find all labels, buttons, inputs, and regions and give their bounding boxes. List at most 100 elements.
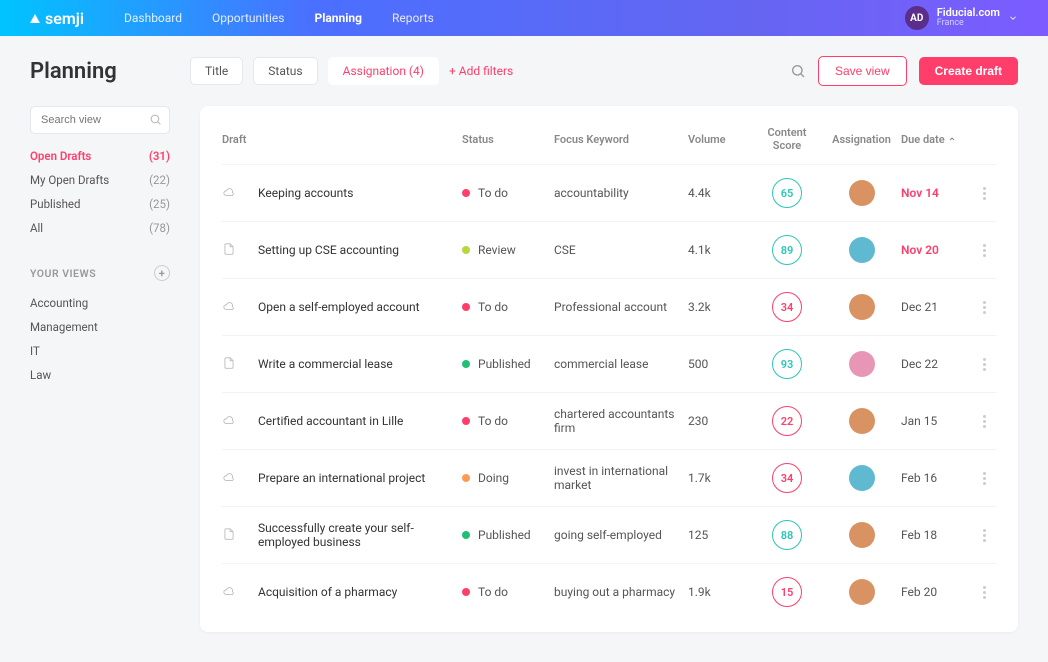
table-row[interactable]: Open a self-employed account To do Profe… [222, 278, 996, 335]
score-cell: 93 [752, 349, 822, 379]
save-view-button[interactable]: Save view [818, 56, 907, 86]
filter-chip[interactable]: Status [253, 57, 317, 85]
table-header: Draft Status Focus Keyword Volume Conten… [222, 118, 996, 164]
score-cell: 34 [752, 463, 822, 493]
search-icon[interactable] [790, 63, 806, 79]
search-view-wrapper [30, 106, 170, 134]
col-volume[interactable]: Volume [688, 133, 744, 146]
due-date-cell: Feb 20 [901, 585, 964, 599]
table-row[interactable]: Prepare an international project Doing i… [222, 449, 996, 506]
add-view-button[interactable]: + [154, 265, 170, 281]
table-row[interactable]: Write a commercial lease Published comme… [222, 335, 996, 392]
nav-reports[interactable]: Reports [392, 11, 434, 25]
sidebar-view-item[interactable]: My Open Drafts(22) [30, 173, 170, 187]
status-cell: Published [462, 528, 546, 542]
draft-title[interactable]: Open a self-employed account [258, 300, 454, 314]
filter-chip[interactable]: Title [190, 57, 243, 85]
score-cell: 15 [752, 577, 822, 607]
nav-opportunities[interactable]: Opportunities [212, 11, 284, 25]
col-assignation[interactable]: Assignation [830, 133, 893, 146]
row-menu-button[interactable] [972, 472, 996, 485]
status-label: To do [478, 414, 508, 428]
col-score[interactable]: Content Score [752, 126, 822, 152]
assignee-cell[interactable] [830, 180, 893, 206]
table-row[interactable]: Keeping accounts To do accountability 4.… [222, 164, 996, 221]
assignee-cell[interactable] [830, 579, 893, 605]
status-label: To do [478, 300, 508, 314]
keyword-cell: buying out a pharmacy [554, 585, 680, 599]
status-dot [462, 474, 470, 482]
volume-cell: 3.2k [688, 300, 744, 314]
score-cell: 89 [752, 235, 822, 265]
table-row[interactable]: Setting up CSE accounting Review CSE 4.1… [222, 221, 996, 278]
row-menu-button[interactable] [972, 301, 996, 314]
assignee-cell[interactable] [830, 408, 893, 434]
cloud-icon [222, 185, 250, 202]
sidebar-view-item[interactable]: IT [30, 344, 170, 358]
sidebar-view-item[interactable]: All(78) [30, 221, 170, 235]
row-menu-button[interactable] [972, 187, 996, 200]
sidebar-view-item[interactable]: Management [30, 320, 170, 334]
volume-cell: 4.4k [688, 186, 744, 200]
status-dot [462, 588, 470, 596]
due-date-cell: Nov 20 [901, 243, 964, 257]
avatar [849, 237, 875, 263]
col-draft[interactable]: Draft [222, 133, 454, 146]
due-date-cell: Feb 18 [901, 528, 964, 542]
volume-cell: 4.1k [688, 243, 744, 257]
account-switcher[interactable]: AD Fiducial.com France [905, 6, 1018, 30]
keyword-cell: going self-employed [554, 528, 680, 542]
search-icon [149, 113, 162, 126]
draft-title[interactable]: Certified accountant in Lille [258, 414, 454, 428]
cloud-icon [222, 470, 250, 487]
nav-dashboard[interactable]: Dashboard [124, 11, 182, 25]
draft-title[interactable]: Successfully create your self-employed b… [258, 521, 454, 549]
draft-title[interactable]: Acquisition of a pharmacy [258, 585, 454, 599]
status-dot [462, 360, 470, 368]
assignee-cell[interactable] [830, 351, 893, 377]
status-dot [462, 417, 470, 425]
row-menu-button[interactable] [972, 244, 996, 257]
table-row[interactable]: Certified accountant in Lille To do char… [222, 392, 996, 449]
status-cell: Review [462, 243, 546, 257]
status-dot [462, 531, 470, 539]
cloud-icon [222, 584, 250, 601]
row-menu-button[interactable] [972, 415, 996, 428]
assignee-cell[interactable] [830, 237, 893, 263]
avatar [849, 294, 875, 320]
row-menu-button[interactable] [972, 358, 996, 371]
col-status[interactable]: Status [462, 133, 546, 146]
col-due-date[interactable]: Due date [901, 133, 964, 146]
keyword-cell: Professional account [554, 300, 680, 314]
assignee-cell[interactable] [830, 522, 893, 548]
col-due-label: Due date [901, 133, 945, 146]
col-keyword[interactable]: Focus Keyword [554, 133, 680, 146]
add-filters-link[interactable]: + Add filters [449, 64, 513, 78]
filter-chip[interactable]: Assignation (4) [328, 57, 439, 85]
assignee-cell[interactable] [830, 294, 893, 320]
draft-title[interactable]: Keeping accounts [258, 186, 454, 200]
draft-title[interactable]: Prepare an international project [258, 471, 454, 485]
brand-logo[interactable]: semji [30, 9, 84, 28]
status-label: Published [478, 528, 531, 542]
avatar [849, 579, 875, 605]
draft-title[interactable]: Write a commercial lease [258, 357, 454, 371]
create-draft-button[interactable]: Create draft [919, 57, 1018, 85]
table-row[interactable]: Successfully create your self-employed b… [222, 506, 996, 563]
draft-title[interactable]: Setting up CSE accounting [258, 243, 454, 257]
sidebar-view-item[interactable]: Accounting [30, 296, 170, 310]
avatar [849, 522, 875, 548]
status-cell: Doing [462, 471, 546, 485]
keyword-cell: CSE [554, 243, 680, 257]
table-row[interactable]: Acquisition of a pharmacy To do buying o… [222, 563, 996, 620]
due-date-cell: Jan 15 [901, 414, 964, 428]
assignee-cell[interactable] [830, 465, 893, 491]
score-badge: 22 [772, 406, 802, 436]
sidebar-view-item[interactable]: Open Drafts(31) [30, 149, 170, 163]
nav-planning[interactable]: Planning [314, 11, 362, 25]
score-cell: 65 [752, 178, 822, 208]
row-menu-button[interactable] [972, 586, 996, 599]
sidebar-view-item[interactable]: Law [30, 368, 170, 382]
sidebar-view-item[interactable]: Published(25) [30, 197, 170, 211]
row-menu-button[interactable] [972, 529, 996, 542]
